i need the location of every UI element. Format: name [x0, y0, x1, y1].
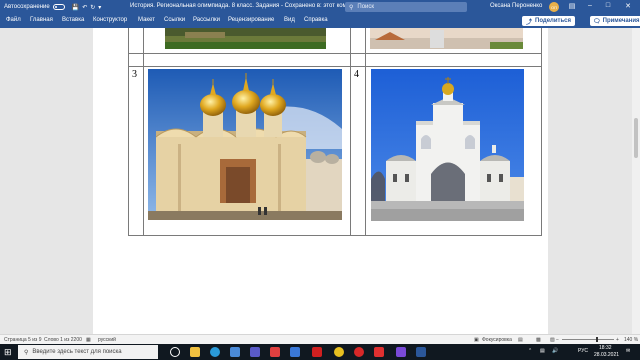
table-vline-mid-left [350, 28, 351, 236]
table-vline-mid-right [365, 28, 366, 236]
focus-icon[interactable]: ▣ [474, 337, 479, 343]
document-title: История. Региональная олимпиада. 8 класс… [130, 3, 367, 9]
opera-icon[interactable] [354, 347, 364, 357]
save-icon[interactable]: 💾 [72, 4, 79, 11]
word-icon[interactable] [416, 347, 426, 357]
read-mode-icon[interactable]: ▤ [518, 337, 523, 343]
tab-insert[interactable]: Вставка [62, 17, 84, 23]
quick-access-toolbar: Автосохранение 💾 ↶ ↻ ▾ [0, 4, 101, 11]
table-hline-bottom [128, 235, 542, 236]
tab-home[interactable]: Главная [30, 17, 53, 23]
zoom-slider[interactable] [562, 337, 614, 342]
share-label: Поделиться [535, 18, 572, 24]
clock-date[interactable]: 28.03.2021 [594, 352, 619, 358]
table-hline-top2 [128, 66, 542, 67]
user-name[interactable]: Оксана Пероненко [490, 3, 542, 9]
ribbon-tabs: Файл Главная Вставка Конструктор Макет С… [0, 14, 640, 28]
tab-references[interactable]: Ссылки [164, 17, 185, 23]
autosave-toggle[interactable] [52, 4, 65, 10]
teams-icon[interactable] [250, 347, 260, 357]
network-icon[interactable]: ▤ [540, 348, 545, 354]
zoom-in-icon[interactable]: + [616, 337, 619, 343]
status-page[interactable]: Страница 5 из 9 [4, 337, 41, 343]
status-bar: Страница 5 из 9 Слово 1 из 2200 ▦ русски… [0, 334, 640, 344]
status-focus[interactable]: Фокусировка [482, 337, 512, 343]
chrome-icon[interactable] [334, 347, 344, 357]
tab-layout[interactable]: Макет [138, 17, 155, 23]
search-placeholder: Поиск [357, 4, 375, 10]
taskbar: ⊞ ⚲ Введите здесь текст для поиска ⌃ ▤ 🔊… [0, 344, 640, 360]
table-vline-inner-left [143, 28, 144, 236]
autosave-label: Автосохранение [4, 4, 50, 10]
share-button[interactable]: ⤴ Поделиться [522, 16, 576, 26]
table-vline-right [541, 28, 542, 236]
media-icon[interactable] [270, 347, 280, 357]
avatar[interactable]: ОП [549, 2, 559, 12]
document-area: 3 4 [0, 28, 640, 334]
tab-view[interactable]: Вид [284, 17, 295, 23]
tab-review[interactable]: Рецензирование [228, 17, 274, 23]
comment-icon: 🗨 [593, 18, 601, 25]
acrobat-icon[interactable] [312, 347, 322, 357]
search-input[interactable]: ⚲ Поиск [345, 2, 467, 12]
taskbar-search-input[interactable]: ⚲ Введите здесь текст для поиска [18, 345, 158, 359]
table-hline-top [128, 53, 542, 54]
status-words[interactable]: Слово 1 из 2200 [44, 337, 82, 343]
ribbon-display-options-icon[interactable]: ▤ [566, 2, 578, 10]
tray-chevron-icon[interactable]: ⌃ [528, 348, 532, 354]
yandex-icon[interactable] [374, 347, 384, 357]
file-explorer-icon[interactable] [190, 347, 200, 357]
cell-number-3: 3 [132, 69, 137, 80]
tab-mailings[interactable]: Рассылки [193, 17, 220, 23]
close-icon[interactable]: ✕ [622, 2, 634, 10]
keyboard-language[interactable]: РУС [578, 348, 588, 354]
image-top-left-partial[interactable] [165, 28, 326, 49]
notifications-icon[interactable]: ✉ [626, 348, 630, 354]
image-cathedral[interactable] [148, 69, 342, 220]
customize-toolbar-icon[interactable]: ▾ [98, 4, 101, 11]
mail-icon[interactable] [230, 347, 240, 357]
search-icon: ⚲ [349, 4, 354, 11]
zoom-out-icon[interactable]: − [556, 337, 559, 343]
store-icon[interactable] [290, 347, 300, 357]
windows-start-icon[interactable]: ⊞ [4, 347, 12, 358]
taskbar-search-placeholder: Введите здесь текст для поиска [32, 349, 122, 355]
minimize-icon[interactable]: – [584, 2, 596, 9]
clock-time[interactable]: 18:32 [599, 345, 612, 351]
table-vline-left [128, 28, 129, 236]
document-page[interactable]: 3 4 [93, 28, 548, 334]
maximize-icon[interactable]: □ [602, 2, 614, 9]
print-layout-icon[interactable]: ▩ [536, 337, 541, 343]
cell-number-4: 4 [354, 69, 359, 80]
search-icon: ⚲ [24, 349, 29, 356]
edge-icon[interactable] [210, 347, 220, 357]
scrollbar-thumb[interactable] [634, 118, 638, 158]
tab-help[interactable]: Справка [304, 17, 328, 23]
web-layout-icon[interactable]: ▧ [550, 337, 555, 343]
tab-design[interactable]: Конструктор [93, 17, 127, 23]
undo-icon[interactable]: ↶ [82, 4, 87, 11]
zoom-level[interactable]: 140 % [624, 337, 638, 343]
comments-button[interactable]: 🗨 Примечания [590, 16, 640, 26]
redo-icon[interactable]: ↻ [90, 4, 95, 11]
comments-label: Примечания [602, 18, 640, 24]
image-top-right-partial[interactable] [370, 28, 523, 49]
vertical-scrollbar[interactable] [632, 28, 640, 334]
tab-file[interactable]: Файл [6, 17, 21, 23]
share-icon: ⤴ [526, 19, 533, 26]
volume-icon[interactable]: 🔊 [552, 348, 558, 354]
viber-icon[interactable] [396, 347, 406, 357]
image-golden-gate[interactable] [371, 69, 524, 221]
task-view-icon[interactable] [170, 347, 180, 357]
proofing-icon[interactable]: ▦ [86, 337, 91, 343]
status-language[interactable]: русский [98, 337, 116, 343]
title-bar: Автосохранение 💾 ↶ ↻ ▾ История. Регионал… [0, 0, 640, 14]
